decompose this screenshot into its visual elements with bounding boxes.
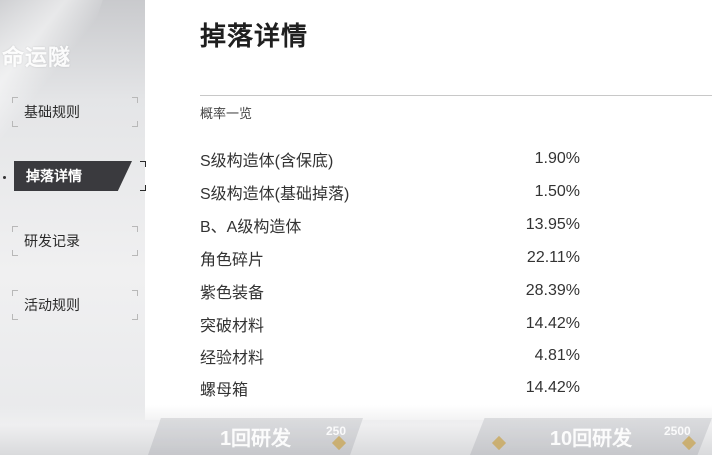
rate-value: 14.42% (525, 315, 580, 332)
frame-corner (132, 121, 138, 127)
sidebar-item-dev-records[interactable]: 研发记录 (12, 226, 138, 256)
rate-row: S级构造体(含保底) 1.90% (200, 147, 580, 171)
rate-row: 紫色装备 28.39% (200, 279, 580, 303)
frame-corner (132, 97, 138, 103)
dot-marker-icon (3, 176, 6, 179)
section-label: 概率一览 (200, 106, 253, 121)
rate-name: 角色碎片 (200, 252, 265, 269)
rate-name: 紫色装备 (200, 285, 265, 302)
rate-value: 28.39% (525, 282, 580, 299)
frame-corner (132, 226, 138, 232)
sidebar-item-label: 研发记录 (24, 233, 80, 249)
frame-corner (12, 226, 18, 232)
single-pull-cost: 250 (326, 424, 347, 438)
frame-corner (132, 250, 138, 256)
rate-row: 角色碎片 22.11% (200, 246, 580, 270)
rate-row: B、A级构造体 13.95% (200, 213, 580, 237)
frame-corner (140, 161, 146, 167)
single-pull-label: 1回研发 (219, 428, 292, 450)
rate-name: 经验材料 (200, 350, 265, 367)
frame-corner (12, 97, 18, 103)
frame-corner (12, 121, 18, 127)
sidebar-item-label: 掉落详情 (26, 168, 82, 184)
rate-row: 螺母箱 14.42% (200, 376, 580, 400)
sidebar-item-drop-details[interactable]: 掉落详情 (14, 161, 146, 191)
sidebar-item-label: 基础规则 (24, 104, 80, 120)
rate-name: S级构造体(基础掉落) (200, 186, 350, 203)
frame-corner (12, 290, 18, 296)
frame-corner (12, 250, 18, 256)
rate-name: 螺母箱 (200, 382, 249, 399)
frame-corner (12, 314, 18, 320)
rate-name: S级构造体(含保底) (200, 153, 334, 170)
sidebar-item-label: 活动规则 (24, 297, 80, 313)
ten-pull-label: 10回研发 (549, 428, 633, 450)
rate-row: S级构造体(基础掉落) 1.50% (200, 180, 580, 204)
rate-value: 13.95% (525, 216, 580, 233)
title-divider (200, 95, 712, 96)
rate-name: B、A级构造体 (200, 219, 302, 236)
sidebar-title: 命运隧 (2, 45, 72, 70)
rate-name: 突破材料 (200, 318, 265, 335)
rate-value: 22.11% (526, 249, 580, 266)
rate-value: 1.50% (534, 183, 580, 200)
frame-corner (140, 185, 146, 191)
page-title: 掉落详情 (200, 21, 309, 51)
rate-value: 14.42% (525, 379, 580, 396)
rate-row: 突破材料 14.42% (200, 312, 580, 336)
rate-row: 经验材料 4.81% (200, 344, 580, 368)
sidebar-item-basic-rules[interactable]: 基础规则 (12, 97, 138, 127)
rate-value: 1.90% (534, 150, 580, 167)
ten-pull-cost: 2500 (664, 424, 691, 438)
rate-value: 4.81% (534, 347, 580, 364)
sidebar-item-event-rules[interactable]: 活动规则 (12, 290, 138, 320)
frame-corner (132, 314, 138, 320)
frame-corner (132, 290, 138, 296)
